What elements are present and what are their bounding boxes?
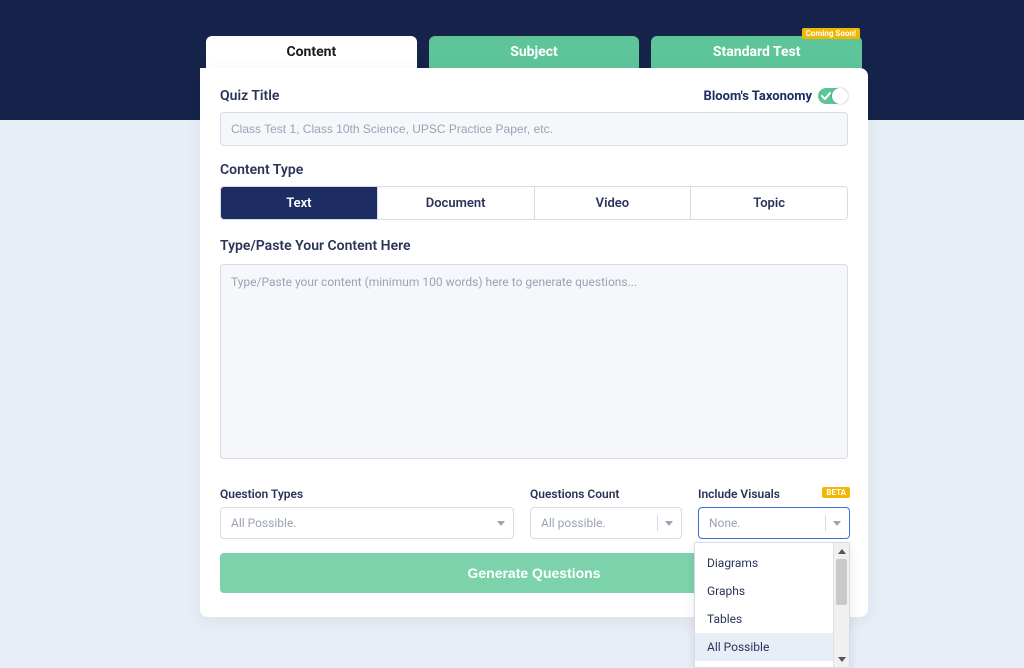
blooms-toggle[interactable] [818,88,848,104]
beta-badge: BETA [822,487,850,498]
content-type-segmented: Text Document Video Topic [220,186,848,220]
select-value: All possible. [541,516,606,530]
scroll-thumb[interactable] [836,559,847,605]
arrow-up-icon [838,549,846,554]
content-label: Type/Paste Your Content Here [220,238,848,254]
coming-soon-badge: Coming Soon! [802,28,860,39]
questions-count-label: Questions Count [530,487,682,501]
tab-content[interactable]: Content [206,36,417,68]
content-textarea[interactable] [220,264,848,459]
chevron-down-icon [833,521,841,526]
dropdown-scrollbar[interactable] [833,543,849,667]
dropdown-item-tables[interactable]: Tables [695,605,849,633]
select-value: None. [709,516,741,530]
visuals-dropdown: Diagrams Graphs Tables All Possible [694,542,850,668]
chevron-box [657,515,673,531]
select-value: All Possible. [231,516,296,530]
seg-topic[interactable]: Topic [691,187,847,219]
seg-video[interactable]: Video [535,187,692,219]
toggle-knob [832,88,848,104]
tab-label: Standard Test [713,44,801,60]
question-types-field: Question Types All Possible. [220,487,514,539]
quiz-title-input[interactable] [220,112,848,146]
question-types-select[interactable]: All Possible. [220,507,514,539]
main-tabs: Content Subject Standard Test Coming Soo… [206,36,862,68]
questions-count-select[interactable]: All possible. [530,507,682,539]
dropdown-list: Diagrams Graphs Tables All Possible [695,543,849,667]
include-visuals-field: Include Visuals BETA None. [698,487,850,539]
dropdown-item-graphs[interactable]: Graphs [695,577,849,605]
scroll-up-button[interactable] [834,543,849,559]
scroll-track-space [834,605,849,651]
quiz-title-label: Quiz Title [220,88,279,104]
tab-standard-test[interactable]: Standard Test Coming Soon! [651,36,862,68]
check-icon [821,91,831,101]
form-card: Quiz Title Bloom's Taxonomy Content Type… [200,68,868,617]
title-row: Quiz Title Bloom's Taxonomy [220,88,848,104]
options-row: Question Types All Possible. Questions C… [220,487,848,539]
blooms-toggle-group: Bloom's Taxonomy [704,88,848,104]
content-type-label: Content Type [220,162,848,178]
questions-count-field: Questions Count All possible. [530,487,682,539]
arrow-down-icon [838,657,846,662]
scroll-down-button[interactable] [834,651,849,667]
chevron-box [825,515,841,531]
chevron-down-icon [665,521,673,526]
dropdown-item-all-possible[interactable]: All Possible [695,633,849,661]
include-visuals-select[interactable]: None. [698,507,850,539]
question-types-label: Question Types [220,487,514,501]
seg-text[interactable]: Text [221,187,378,219]
chevron-down-icon [497,521,505,526]
dropdown-item-diagrams[interactable]: Diagrams [695,549,849,577]
blooms-label: Bloom's Taxonomy [704,89,812,104]
tab-subject[interactable]: Subject [429,36,640,68]
seg-document[interactable]: Document [378,187,535,219]
